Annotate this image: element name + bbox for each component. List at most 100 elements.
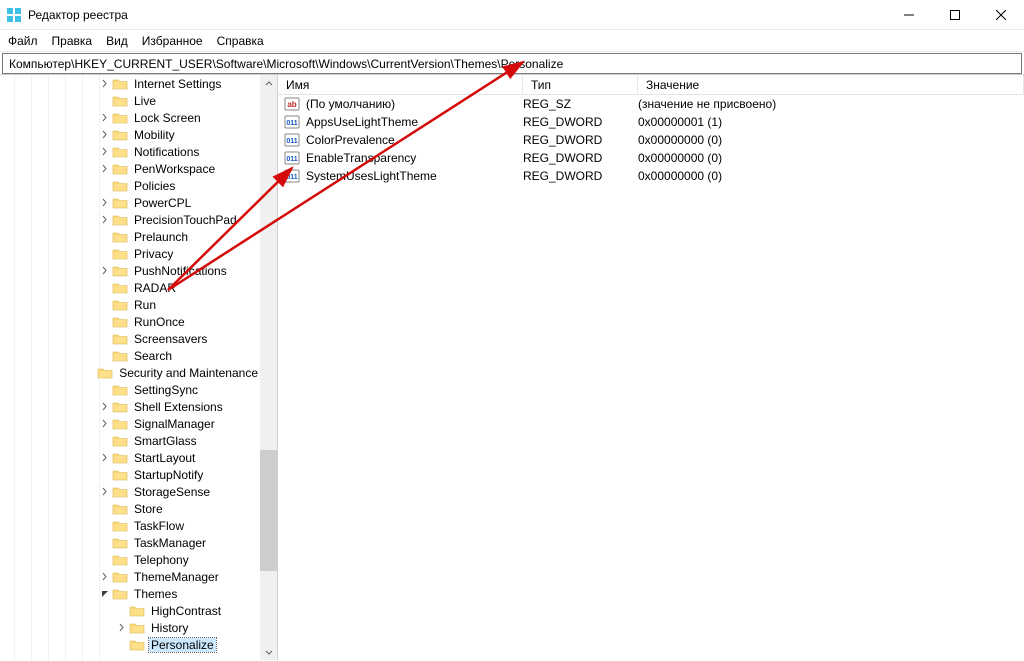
tree-item[interactable]: Notifications [0,143,260,160]
svg-text:011: 011 [286,174,297,181]
value-row[interactable]: 011EnableTransparencyREG_DWORD0x00000000… [278,149,1024,167]
tree-item[interactable]: RADAR [0,279,260,296]
chevron-right-icon[interactable] [97,215,112,224]
close-button[interactable] [978,0,1024,29]
reg-dword-icon: 011 [282,168,302,184]
value-row[interactable]: 011SystemUsesLightThemeREG_DWORD0x000000… [278,167,1024,185]
folder-icon [112,332,128,346]
tree-item[interactable]: PushNotifications [0,262,260,279]
tree-item[interactable]: TaskManager [0,534,260,551]
tree-item[interactable]: Lock Screen [0,109,260,126]
tree-item[interactable]: RunOnce [0,313,260,330]
chevron-right-icon[interactable] [97,79,112,88]
tree-item-label: History [149,621,190,635]
tree-item[interactable]: StorageSense [0,483,260,500]
svg-text:ab: ab [287,100,296,109]
chevron-right-icon[interactable] [97,402,112,411]
menu-view[interactable]: Вид [106,34,128,48]
tree-item-label: HighContrast [149,604,223,618]
tree-item[interactable]: Prelaunch [0,228,260,245]
tree-item-label: SettingSync [132,383,200,397]
tree-item[interactable]: Search [0,347,260,364]
chevron-right-icon[interactable] [97,113,112,122]
menu-file[interactable]: Файл [8,34,38,48]
maximize-button[interactable] [932,0,978,29]
folder-icon [112,315,128,329]
tree-item[interactable]: StartLayout [0,449,260,466]
chevron-right-icon[interactable] [97,130,112,139]
chevron-right-icon[interactable] [97,419,112,428]
tree-item[interactable]: Personalize [0,636,260,653]
tree-item[interactable]: Run [0,296,260,313]
tree-item[interactable]: SignalManager [0,415,260,432]
tree-scrollbar[interactable] [260,75,277,660]
scroll-down-button[interactable] [260,643,277,660]
minimize-button[interactable] [886,0,932,29]
value-type: REG_DWORD [523,115,638,129]
tree-item[interactable]: Store [0,500,260,517]
menubar: Файл Правка Вид Избранное Справка [0,30,1024,52]
tree-item[interactable]: Live [0,92,260,109]
folder-icon [112,264,128,278]
value-type: REG_SZ [523,97,638,111]
chevron-right-icon[interactable] [114,623,129,632]
chevron-right-icon[interactable] [97,266,112,275]
tree-item[interactable]: Screensavers [0,330,260,347]
tree-item-label: Themes [132,587,179,601]
value-row[interactable]: 011AppsUseLightThemeREG_DWORD0x00000001 … [278,113,1024,131]
address-bar[interactable]: Компьютер\HKEY_CURRENT_USER\Software\Mic… [2,53,1022,74]
tree-item[interactable]: Themes [0,585,260,602]
tree-item[interactable]: Mobility [0,126,260,143]
tree-item-label: SignalManager [132,417,217,431]
titlebar: Редактор реестра [0,0,1024,30]
titlebar-left: Редактор реестра [0,7,128,23]
tree-item[interactable]: PenWorkspace [0,160,260,177]
scroll-up-button[interactable] [260,75,277,92]
tree-item[interactable]: ThemeManager [0,568,260,585]
menu-favorites[interactable]: Избранное [142,34,203,48]
folder-icon [112,417,128,431]
chevron-right-icon[interactable] [97,198,112,207]
chevron-right-icon[interactable] [97,487,112,496]
tree-item[interactable]: StartupNotify [0,466,260,483]
tree-item[interactable]: HighContrast [0,602,260,619]
column-header-type[interactable]: Тип [523,75,638,94]
scroll-track[interactable] [260,92,277,643]
menu-help[interactable]: Справка [217,34,264,48]
tree-content[interactable]: Internet SettingsLiveLock ScreenMobility… [0,75,260,660]
column-header-value[interactable]: Значение [638,75,1024,94]
chevron-right-icon[interactable] [97,572,112,581]
tree-item[interactable]: Policies [0,177,260,194]
reg-dword-icon: 011 [282,114,302,130]
tree-item[interactable]: Telephony [0,551,260,568]
reg-dword-icon: 011 [282,132,302,148]
tree-item[interactable]: Shell Extensions [0,398,260,415]
folder-icon [112,349,128,363]
value-row[interactable]: 011ColorPrevalenceREG_DWORD0x00000000 (0… [278,131,1024,149]
tree-item[interactable]: SettingSync [0,381,260,398]
tree-item[interactable]: History [0,619,260,636]
tree-item[interactable]: Internet Settings [0,75,260,92]
folder-icon [112,485,128,499]
folder-icon [129,638,145,652]
scroll-thumb[interactable] [260,450,277,571]
tree-item-label: Run [132,298,158,312]
chevron-right-icon[interactable] [97,164,112,173]
tree-item[interactable]: Privacy [0,245,260,262]
value-row[interactable]: ab(По умолчанию)REG_SZ(значение не присв… [278,95,1024,113]
chevron-right-icon[interactable] [97,147,112,156]
tree-item[interactable]: PowerCPL [0,194,260,211]
tree-item[interactable]: Security and Maintenance [0,364,260,381]
chevron-right-icon[interactable] [97,453,112,462]
chevron-down-icon[interactable] [97,589,112,598]
tree-item-label: RunOnce [132,315,187,329]
tree-item[interactable]: PrecisionTouchPad [0,211,260,228]
tree-item[interactable]: TaskFlow [0,517,260,534]
tree-item-label: Privacy [132,247,175,261]
tree-item-label: StartLayout [132,451,197,465]
details-body[interactable]: ab(По умолчанию)REG_SZ(значение не присв… [278,95,1024,660]
menu-edit[interactable]: Правка [52,34,93,48]
column-header-name[interactable]: Имя [278,75,523,94]
tree-item[interactable]: SmartGlass [0,432,260,449]
tree-item-label: Policies [132,179,177,193]
